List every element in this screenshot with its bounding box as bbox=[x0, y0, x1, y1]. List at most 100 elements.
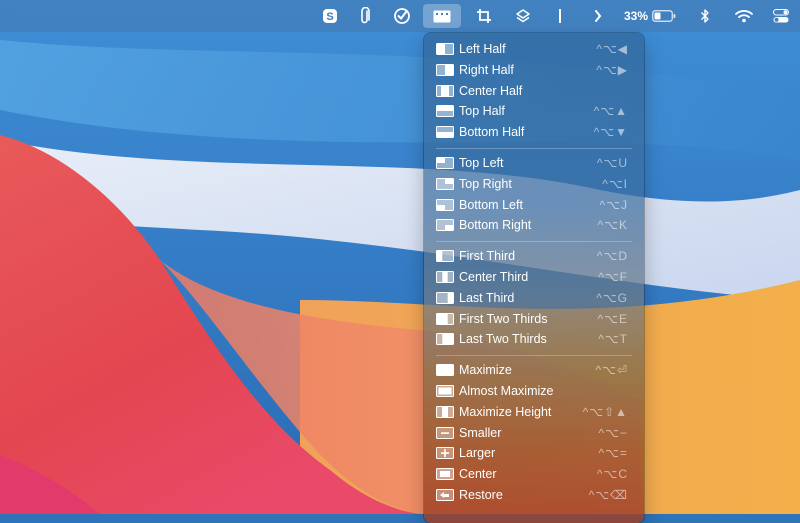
center-third-icon bbox=[436, 271, 454, 283]
first-third-icon bbox=[436, 250, 454, 263]
menu-item-top-half[interactable]: Top Half ^⌥▲ bbox=[424, 101, 644, 121]
paperclip-icon[interactable] bbox=[355, 0, 375, 32]
menu-item-restore[interactable]: Restore ^⌥⌫ bbox=[424, 485, 644, 505]
menu-item-label: Restore bbox=[459, 488, 503, 502]
menu-item-top-right[interactable]: Top Right ^⌥I bbox=[424, 174, 644, 194]
svg-text:S: S bbox=[326, 11, 333, 23]
menu-item-top-left[interactable]: Top Left ^⌥U bbox=[424, 153, 644, 173]
restore-icon bbox=[436, 489, 454, 501]
crop-icon[interactable] bbox=[474, 0, 494, 32]
menu-item-shortcut: ^⌥J bbox=[599, 197, 628, 212]
menu-item-label: Center Half bbox=[459, 83, 523, 98]
menu-item-label: Bottom Right bbox=[459, 218, 532, 233]
menu-item-bottom-half[interactable]: Bottom Half ^⌥▼ bbox=[424, 122, 644, 142]
menu-item-label: First Two Thirds bbox=[459, 311, 548, 326]
menu-item-last-third[interactable]: Last Third ^⌥G bbox=[424, 288, 644, 308]
menu-item-shortcut: ^⌥− bbox=[598, 425, 628, 440]
menu-item-shortcut: ^⌥G bbox=[596, 290, 628, 305]
battery-percent: 33% bbox=[624, 9, 649, 23]
layers-icon[interactable] bbox=[513, 0, 533, 32]
bottom-half-icon bbox=[436, 126, 454, 139]
menu-item-first-third[interactable]: First Third ^⌥D bbox=[424, 246, 644, 266]
last-two-thirds-icon bbox=[436, 333, 454, 346]
menu-item-label: Bottom Half bbox=[459, 125, 525, 140]
menu-item-label: First Third bbox=[459, 249, 516, 264]
control-center-icon[interactable] bbox=[771, 0, 791, 32]
center-half-icon bbox=[436, 84, 454, 97]
menu-item-shortcut: ^⌥K bbox=[597, 218, 628, 233]
menu-item-larger[interactable]: Larger ^⌥= bbox=[424, 443, 644, 463]
center-icon bbox=[436, 468, 454, 481]
menu-item-bottom-left[interactable]: Bottom Left ^⌥J bbox=[424, 195, 644, 215]
menu-item-last-two-thirds[interactable]: Last Two Thirds ^⌥T bbox=[424, 329, 644, 349]
maximize-height-icon bbox=[436, 405, 454, 418]
menu-item-shortcut: ^⌥I bbox=[602, 176, 628, 191]
menu-item-smaller[interactable]: Smaller ^⌥− bbox=[424, 423, 644, 443]
larger-icon bbox=[436, 447, 454, 460]
menu-item-shortcut: ^⌥◀ bbox=[596, 42, 628, 56]
menu-item-label: Top Half bbox=[459, 104, 505, 119]
menu-item-label: Last Third bbox=[459, 290, 515, 305]
menu-item-center[interactable]: Center ^⌥C bbox=[424, 464, 644, 484]
menu-item-center-third[interactable]: Center Third ^⌥F bbox=[424, 267, 644, 287]
checkmark-circle-icon[interactable] bbox=[391, 0, 413, 32]
skype-icon[interactable]: S bbox=[320, 0, 340, 32]
menu-item-label: Last Two Thirds bbox=[459, 332, 547, 347]
menu-item-shortcut: ^⌥E bbox=[597, 311, 628, 326]
menu-item-shortcut: ^⌥D bbox=[596, 249, 628, 264]
menu-item-right-half[interactable]: Right Half ^⌥▶ bbox=[424, 60, 644, 80]
rectangle-dropdown-menu: Left Half ^⌥◀ Right Half ^⌥▶ Center Half Top … bbox=[424, 33, 644, 523]
menu-item-maximize[interactable]: Maximize ^⌥⏎ bbox=[424, 360, 644, 380]
menu-item-label: Top Right bbox=[459, 176, 512, 191]
chevron-right-icon[interactable] bbox=[590, 0, 606, 32]
menu-item-maximize-height[interactable]: Maximize Height ^⌥⇧▲ bbox=[424, 402, 644, 422]
menu-item-shortcut: ^⌥⇧▲ bbox=[582, 404, 628, 419]
menu-item-first-two-thirds[interactable]: First Two Thirds ^⌥E bbox=[424, 309, 644, 329]
maximize-icon bbox=[436, 364, 454, 377]
menu-item-shortcut: ^⌥⌫ bbox=[588, 488, 628, 502]
menu-item-bottom-right[interactable]: Bottom Right ^⌥K bbox=[424, 215, 644, 235]
menu-item-center-half[interactable]: Center Half bbox=[424, 81, 644, 101]
menu-item-label: Almost Maximize bbox=[459, 384, 554, 398]
menu-separator bbox=[436, 147, 632, 149]
menu-item-shortcut: ^⌥⏎ bbox=[595, 363, 628, 378]
menu-item-shortcut: ^⌥T bbox=[598, 332, 628, 347]
menu-item-label: Larger bbox=[459, 446, 496, 461]
wifi-icon[interactable] bbox=[733, 0, 755, 32]
bluetooth-icon[interactable] bbox=[697, 0, 713, 32]
menu-separator bbox=[436, 240, 632, 242]
battery-status[interactable]: 33% bbox=[624, 0, 680, 32]
menu-item-label: Maximize Height bbox=[459, 404, 552, 419]
menu-item-label: Maximize bbox=[459, 363, 512, 378]
top-left-icon bbox=[436, 157, 454, 169]
bottom-left-icon bbox=[436, 198, 454, 211]
left-half-icon bbox=[436, 43, 454, 55]
menu-item-shortcut: ^⌥▲ bbox=[593, 104, 628, 119]
menu-item-shortcut: ^⌥▶ bbox=[596, 62, 628, 77]
last-third-icon bbox=[436, 291, 454, 304]
menu-item-shortcut: ^⌥▼ bbox=[593, 125, 628, 140]
menu-item-shortcut: ^⌥U bbox=[596, 156, 628, 170]
menu-item-almost-maximize[interactable]: Almost Maximize bbox=[424, 381, 644, 401]
first-two-thirds-icon bbox=[436, 312, 454, 325]
right-half-icon bbox=[436, 63, 454, 76]
smaller-icon bbox=[436, 426, 454, 439]
battery-icon bbox=[652, 10, 676, 22]
top-half-icon bbox=[436, 105, 454, 118]
menu-item-label: Smaller bbox=[459, 425, 502, 440]
menu-item-label: Right Half bbox=[459, 62, 514, 77]
menu-item-label: Left Half bbox=[459, 42, 506, 56]
desktop-wallpaper bbox=[0, 0, 800, 514]
top-right-icon bbox=[436, 177, 454, 190]
menu-separator bbox=[436, 354, 632, 356]
bottom-right-icon bbox=[436, 219, 454, 232]
menu-item-shortcut: ^⌥= bbox=[598, 446, 628, 461]
menu-bar: S 33% bbox=[0, 0, 800, 32]
menu-item-left-half[interactable]: Left Half ^⌥◀ bbox=[424, 39, 644, 59]
menu-item-label: Center Third bbox=[459, 270, 529, 284]
menu-item-label: Top Left bbox=[459, 156, 504, 170]
almost-maximize-icon bbox=[436, 385, 454, 397]
rectangle-app-icon[interactable] bbox=[423, 4, 461, 28]
menu-item-shortcut: ^⌥C bbox=[596, 467, 628, 482]
text-cursor-icon[interactable] bbox=[552, 0, 568, 32]
